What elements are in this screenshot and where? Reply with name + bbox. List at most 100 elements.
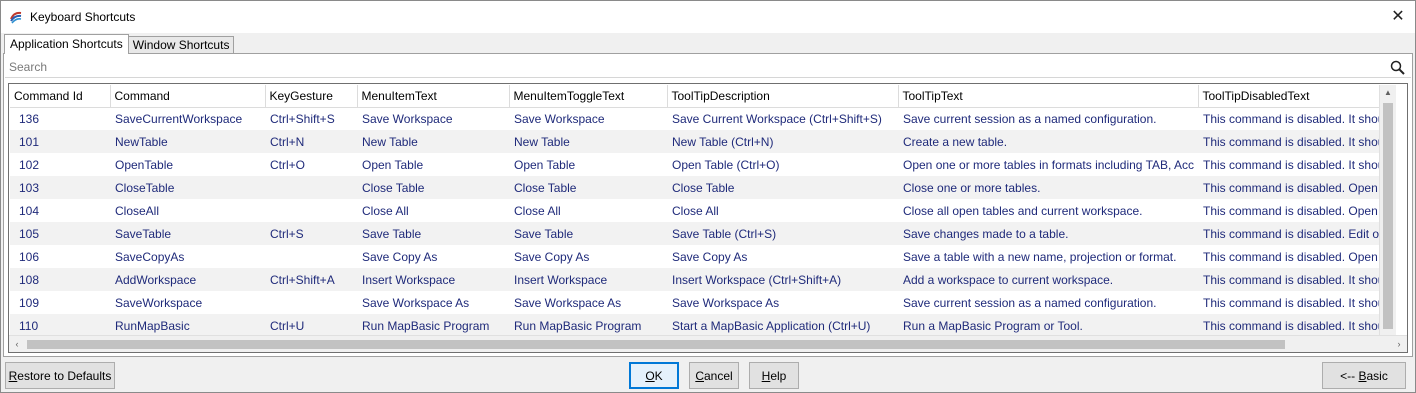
search-input[interactable] [9,58,1379,76]
column-header-tooltipdisabledtext[interactable]: ToolTipDisabledText [1198,85,1396,108]
cell-tooltipdisabledtext: This command is disabled. Open on [1198,176,1396,199]
scroll-left-icon[interactable]: ‹ [9,336,25,352]
column-header-menuitemtext[interactable]: MenuItemText [357,85,510,108]
cell-command: CloseTable [110,176,265,199]
vertical-scrollbar[interactable]: ▲ [1379,85,1396,336]
help-button[interactable]: Help [749,362,799,389]
cell-command-id: 103 [10,176,110,199]
cell-tooltiptext: Save a table with a new name, projection… [903,249,1177,264]
cell-tooltipdescription: Close Table [667,176,898,199]
cell-tooltipdescription: Save Table (Ctrl+S) [667,222,898,245]
ok-button[interactable]: OK [629,362,679,389]
scroll-right-icon[interactable]: › [1391,336,1407,352]
table-row[interactable]: 104 CloseAll Close All Close All Close A… [10,199,1396,222]
cell-tooltipdisabledtext: This command is disabled. Open on [1203,203,1395,218]
search-row [5,56,1411,78]
table-row[interactable]: 109 SaveWorkspace Save Workspace As Save… [10,291,1396,314]
column-header-tooltiptext[interactable]: ToolTipText [898,85,1199,108]
cell-command: AddWorkspace [110,268,265,291]
restore-label: estore to Defaults [17,368,112,383]
cell-menuitemtext: Save Workspace As [362,295,470,310]
cell-command: OpenTable [115,157,174,172]
cell-menuitemtext: Run MapBasic Program [357,314,509,336]
cell-tooltiptext: Add a workspace to current workspace. [898,268,1198,291]
cell-keygesture[interactable]: Ctrl+O [265,153,357,176]
cell-tooltipdisabledtext: This command is disabled. It should [1203,111,1394,126]
table-row[interactable]: 105 SaveTable Ctrl+S Save Table Save Tab… [10,222,1396,245]
close-button[interactable]: ✕ [1387,5,1409,27]
cell-keygesture[interactable]: Ctrl+U [265,314,357,336]
column-header-menuitemtoggletext[interactable]: MenuItemToggleText [509,85,668,108]
tab-strip: Application Shortcuts Window Shortcuts [4,34,235,54]
tab-window-shortcuts[interactable]: Window Shortcuts [127,36,235,54]
cancel-mnemonic: C [695,368,704,383]
cell-menuitemtoggletext: Save Workspace As [514,295,622,310]
search-icon[interactable] [1389,59,1407,77]
table-row[interactable]: 110 RunMapBasic Ctrl+U Run MapBasic Prog… [10,314,1396,336]
cell-keygesture[interactable]: Ctrl+Shift+S [265,107,357,130]
cell-menuitemtext: Save Workspace [362,111,453,126]
cell-tooltipdisabledtext: This command is disabled. It should [1203,295,1394,310]
cell-keygesture[interactable] [265,245,357,268]
cell-tooltipdisabledtext: This command is disabled. Open on [1203,249,1395,264]
column-header-tooltipdescription[interactable]: ToolTipDescription [667,85,899,108]
cell-tooltipdescription: Save Copy As [672,249,748,264]
cell-tooltiptext: Create a new table. [898,130,1198,153]
cell-tooltiptext: Run a MapBasic Program or Tool. [898,314,1198,336]
cell-menuitemtoggletext: Close All [514,203,561,218]
vertical-scroll-thumb[interactable] [1383,103,1393,329]
column-header-command-id[interactable]: Command Id [10,85,111,108]
table-row[interactable]: 106 SaveCopyAs Save Copy As Save Copy As… [10,245,1396,268]
cancel-button[interactable]: Cancel [689,362,739,389]
cell-tooltiptext: Close all open tables and current worksp… [903,203,1143,218]
basic-label: asic [1366,368,1388,383]
cell-command-id: 101 [10,130,110,153]
table-row[interactable]: 102 OpenTable Ctrl+O Open Table Open Tab… [10,153,1396,176]
cell-menuitemtoggletext: Run MapBasic Program [509,314,667,336]
cell-menuitemtoggletext: Open Table [514,157,576,172]
cell-command: SaveWorkspace [115,295,203,310]
help-label: elp [770,368,787,383]
table-row[interactable]: 103 CloseTable Close Table Close Table C… [10,176,1396,199]
cell-command: RunMapBasic [110,314,265,336]
table-row[interactable]: 101 NewTable Ctrl+N New Table New Table … [10,130,1396,153]
tab-application-shortcuts[interactable]: Application Shortcuts [4,34,129,54]
table-row[interactable]: 108 AddWorkspace Ctrl+Shift+A Insert Wor… [10,268,1396,291]
cell-tooltiptext: Save changes made to a table. [898,222,1198,245]
basic-button[interactable]: <-- Basic [1322,362,1406,389]
horizontal-scrollbar[interactable]: ‹ › [9,335,1407,352]
column-header-keygesture[interactable]: KeyGesture [265,85,358,108]
cell-menuitemtext: New Table [357,130,509,153]
scroll-up-icon[interactable]: ▲ [1380,85,1396,101]
cell-command: CloseAll [115,203,160,218]
table-row[interactable]: 136 SaveCurrentWorkspace Ctrl+Shift+S Sa… [10,107,1396,130]
cell-keygesture[interactable] [265,291,357,314]
cell-keygesture[interactable] [265,199,357,222]
keyboard-shortcuts-window: Keyboard Shortcuts ✕ Application Shortcu… [0,0,1416,393]
cell-command-id: 102 [19,157,40,172]
cell-menuitemtext: Save Copy As [362,249,438,264]
cell-tooltiptext: Open one or more tables in formats inclu… [903,157,1195,172]
restore-defaults-button[interactable]: Restore to Defaults [5,362,115,389]
cell-tooltipdisabledtext: This command is disabled. It should [1198,130,1396,153]
cell-menuitemtext: Insert Workspace [357,268,509,291]
cell-menuitemtoggletext: Save Copy As [514,249,590,264]
cell-keygesture[interactable]: Ctrl+S [265,222,357,245]
column-header-command[interactable]: Command [110,85,266,108]
cell-command-id: 108 [10,268,110,291]
basic-mnemonic: B [1358,368,1367,383]
cell-keygesture[interactable] [265,176,357,199]
cell-keygesture[interactable]: Ctrl+N [265,130,357,153]
cell-keygesture[interactable]: Ctrl+Shift+A [265,268,357,291]
cell-menuitemtoggletext: New Table [509,130,667,153]
ok-mnemonic: O [645,368,655,383]
cell-menuitemtoggletext: Insert Workspace [509,268,667,291]
cell-tooltiptext: Close one or more tables. [898,176,1198,199]
horizontal-scroll-thumb[interactable] [27,340,1285,349]
shortcuts-table: Command Id Command KeyGesture MenuItemTe… [10,85,1396,336]
cell-menuitemtext: Close Table [357,176,509,199]
ok-label: K [654,368,663,383]
cell-tooltipdescription: New Table (Ctrl+N) [667,130,898,153]
header-row: Command Id Command KeyGesture MenuItemTe… [10,85,1396,108]
cell-command: NewTable [110,130,265,153]
